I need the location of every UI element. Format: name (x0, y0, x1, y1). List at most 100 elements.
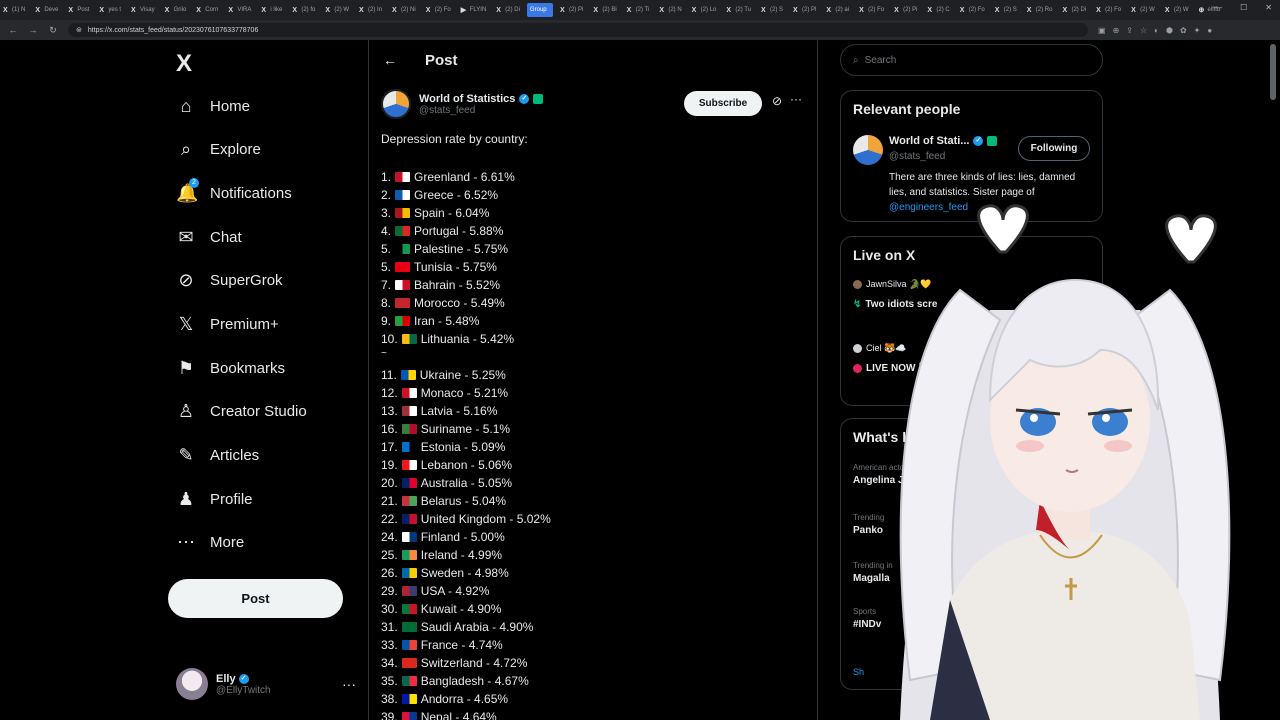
browser-forward-icon[interactable]: → (28, 25, 38, 35)
extension-icon[interactable]: ▣ (1098, 26, 1106, 35)
browser-tab[interactable]: X Post (65, 3, 92, 17)
extension-icon[interactable]: ✿ (1180, 26, 1187, 35)
browser-tab[interactable]: X (2) W (1128, 3, 1158, 17)
browser-tab[interactable]: X (2) Fo (957, 3, 988, 17)
reload-icon[interactable]: ↻ (48, 25, 58, 36)
browser-tab[interactable]: X (2) W (322, 3, 352, 17)
trend-item[interactable]: American acto Angelina Jol (853, 463, 912, 486)
browser-tab[interactable]: X (2) Ti (624, 3, 653, 17)
puzzle-icon[interactable]: ✦ (1194, 26, 1201, 35)
share-icon[interactable]: ⇪ (1126, 26, 1133, 35)
profile-avatar-icon[interactable]: ● (1207, 26, 1212, 35)
close-window-button[interactable]: ✕ (1265, 3, 1272, 12)
country-rate: Suriname - 5.1% (420, 422, 511, 436)
browser-tab[interactable]: X (2) Fo (856, 3, 887, 17)
browser-tab[interactable]: ▶ FLYIN (458, 3, 490, 17)
browser-tab[interactable]: X (2) Pi (557, 3, 586, 17)
browser-tab[interactable]: X (1) N (0, 3, 28, 17)
browser-tab[interactable]: X (2) W (1162, 3, 1192, 17)
url-field[interactable]: ⊜ https://x.com/stats_feed/status/202307… (68, 23, 1088, 37)
minimize-button[interactable]: — (1214, 3, 1222, 12)
browser-tab[interactable]: X (2) Lo (689, 3, 720, 17)
extension-icon[interactable]: ◐ (1154, 26, 1159, 35)
author-handle[interactable]: @stats_feed (419, 105, 543, 116)
browser-tab[interactable]: X Corn (193, 3, 221, 17)
author-avatar[interactable] (381, 89, 411, 119)
account-handle: @EllyTwitch (216, 684, 271, 696)
tab-favicon-icon: X (1164, 6, 1170, 14)
country-rate: Latvia - 5.16% (420, 404, 498, 418)
browser-tab[interactable]: X (2) Di (493, 3, 523, 17)
browser-tab[interactable]: X (2) ai (823, 3, 852, 17)
live-item-user[interactable]: Ciel 🐯☁️ (853, 343, 906, 354)
account-switcher[interactable]: Elly ✓ @EllyTwitch ··· (176, 668, 356, 700)
browser-tab[interactable]: X (2) S (992, 3, 1020, 17)
more-options-icon[interactable]: ··· (790, 92, 802, 106)
maximize-button[interactable]: ☐ (1240, 3, 1247, 12)
browser-tab[interactable]: X (2) Di (1059, 3, 1089, 17)
sidebar-item-explore[interactable]: ⌕ Explore (176, 129, 261, 169)
browser-tab[interactable]: X Visay (128, 3, 158, 17)
sidebar-item-profile[interactable]: ♟ Profile (176, 479, 253, 519)
bio-link[interactable]: @engineers_feed (889, 202, 968, 213)
trend-item[interactable]: Trending Panko (853, 513, 884, 536)
relevant-person-name[interactable]: World of Stati... (889, 135, 969, 147)
trend-item[interactable]: Sports #INDv (853, 607, 881, 630)
sidebar-item-bookmarks[interactable]: ⚑ Bookmarks (176, 348, 285, 388)
compose-post-button[interactable]: Post (168, 579, 343, 618)
live-item-user[interactable]: JawnSilva 🐊💛 (853, 279, 931, 290)
browser-back-icon[interactable]: ← (8, 25, 18, 35)
author-name[interactable]: World of Statistics (419, 93, 515, 105)
browser-tab[interactable]: X (2) C (924, 3, 952, 17)
site-info-icon[interactable]: ⊜ (76, 26, 82, 34)
browser-tab[interactable]: X Deve (32, 3, 61, 17)
rank-number: 7. (381, 278, 392, 292)
show-more-link[interactable]: Sh (853, 667, 864, 677)
following-button[interactable]: Following (1018, 136, 1090, 161)
search-input[interactable]: ⌕ Search (840, 44, 1103, 76)
sidebar-item-articles[interactable]: ✎ Articles (176, 435, 259, 475)
browser-tab[interactable]: X (2) In (356, 3, 385, 17)
tab-favicon-icon: X (761, 6, 766, 14)
extension-icon[interactable]: ⬢ (1166, 26, 1173, 35)
sidebar-item-premium[interactable]: 𝕏 Premium+ (176, 304, 279, 344)
ranking-row: 35. Bangladesh - 4.67% (381, 672, 806, 690)
browser-tab[interactable]: Xi like (258, 3, 285, 17)
browser-tab[interactable]: X (2) N (656, 3, 684, 17)
browser-tab[interactable]: X (2) S (758, 3, 786, 17)
avatar[interactable] (853, 135, 883, 165)
sidebar-item-chat[interactable]: ✉ Chat (176, 217, 241, 257)
back-arrow-icon[interactable]: ← (383, 52, 397, 68)
browser-tab[interactable]: X (2) Ro (1024, 3, 1056, 17)
browser-tab[interactable]: X (2) Tu (723, 3, 754, 17)
tab-label: (2) Tu (735, 7, 752, 13)
subscribe-button[interactable]: Subscribe (684, 91, 762, 116)
sidebar-item-supergrok[interactable]: ⊘ SuperGrok (176, 260, 282, 300)
sidebar-item-creator-studio[interactable]: ♙ Creator Studio (176, 391, 307, 431)
tab-label: (2) Di (505, 7, 520, 13)
browser-tab[interactable]: X VIRA (225, 3, 254, 17)
zoom-icon[interactable]: ⊕ (1113, 26, 1120, 35)
browser-tab[interactable]: Group (526, 3, 553, 17)
x-logo-icon[interactable]: X (176, 50, 192, 78)
sidebar-item-home[interactable]: ⌂ Home (176, 86, 250, 126)
live-item-title[interactable]: ↯ Two idiots scre (853, 299, 937, 310)
browser-tab[interactable]: X (2) Pl (790, 3, 819, 17)
bookmark-star-icon[interactable]: ☆ (1140, 26, 1147, 35)
account-more-icon[interactable]: ··· (342, 676, 356, 692)
browser-tab[interactable]: X (2) Fo (1093, 3, 1124, 17)
sidebar-item-notifications[interactable]: 🔔 2 Notifications (176, 173, 292, 213)
browser-tab[interactable]: Xyes t (96, 3, 124, 17)
trend-item[interactable]: Trending in Magalla (853, 561, 893, 584)
browser-tab[interactable]: X (2) fo (289, 3, 318, 17)
browser-tab[interactable]: X (2) Pi (891, 3, 920, 17)
browser-tab[interactable]: X (2) Bi (590, 3, 619, 17)
page-scrollbar[interactable] (1270, 44, 1276, 100)
live-item-title[interactable]: LIVE NOW 🐯 (853, 363, 931, 374)
sidebar-item-more[interactable]: ⋯ More (176, 522, 244, 562)
browser-tab[interactable]: X Grilo (162, 3, 190, 17)
grok-icon[interactable]: ⊘ (772, 94, 782, 108)
browser-tab[interactable]: X (2) Fo (423, 3, 454, 17)
tab-label: Corn (205, 7, 219, 13)
browser-tab[interactable]: X (2) Ni (389, 3, 419, 17)
